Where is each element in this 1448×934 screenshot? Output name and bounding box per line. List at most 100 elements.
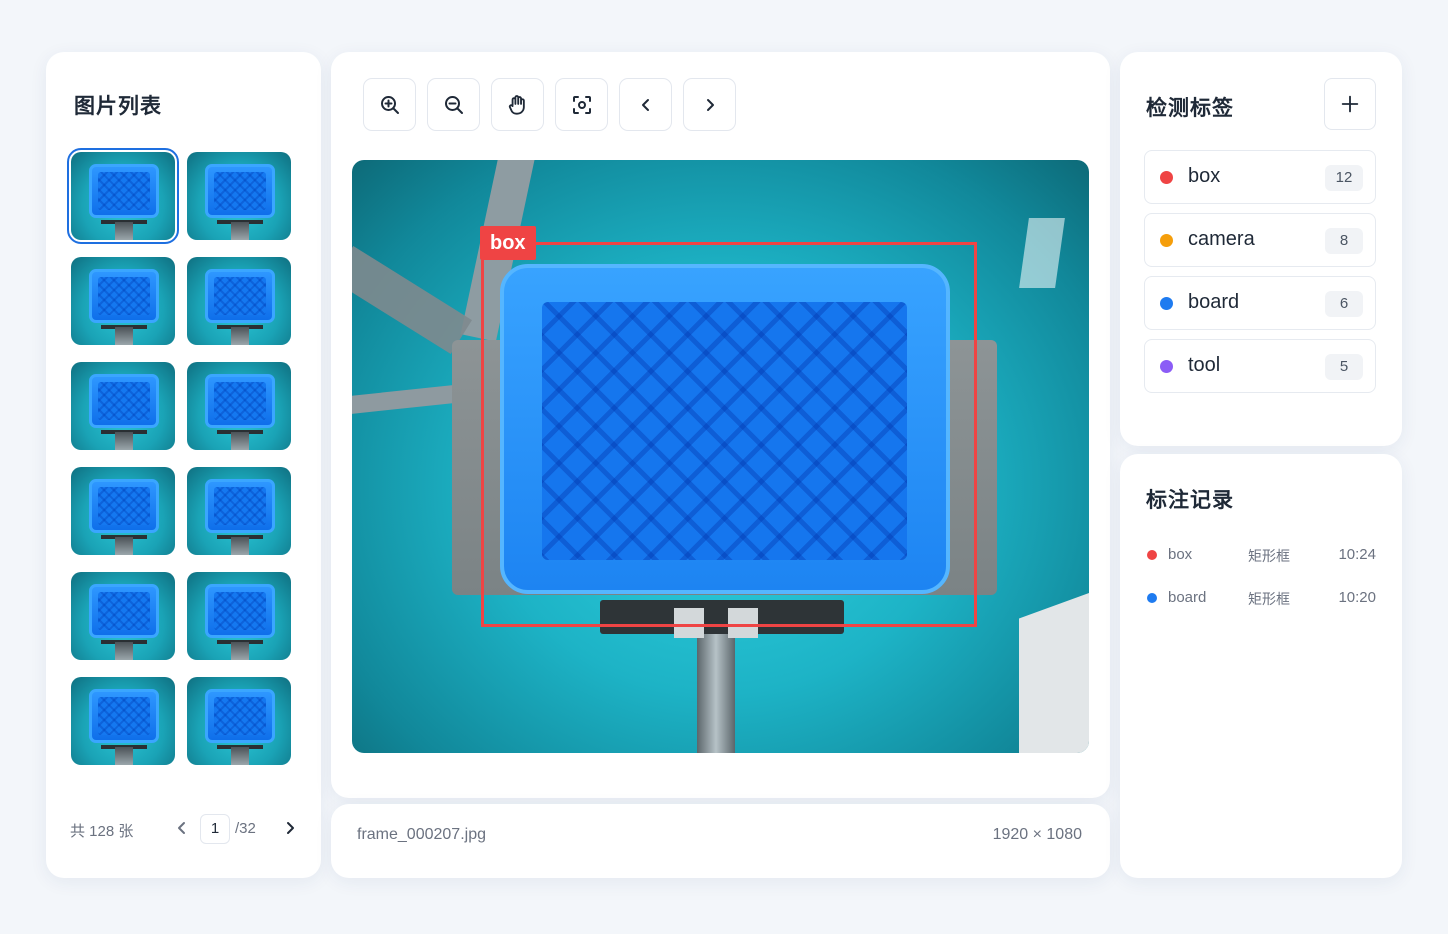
thumb-crate-interior [98, 592, 150, 630]
image-canvas[interactable]: box [352, 160, 1089, 753]
thumb-stand [115, 642, 133, 660]
total-count: 共 128 张 [70, 823, 134, 840]
thumb-crate-interior [214, 382, 266, 420]
record-time: 10:24 [1338, 546, 1376, 563]
prev-page-button[interactable] [170, 816, 194, 840]
label-name: box [1188, 165, 1221, 187]
next-page-button[interactable] [278, 816, 302, 840]
pan-button[interactable] [491, 78, 544, 131]
scene-beam [352, 245, 472, 355]
file-name: frame_000207.jpg [357, 826, 486, 843]
label-item-board[interactable]: board 6 [1144, 276, 1376, 330]
record-label: box [1168, 546, 1193, 563]
image-thumbnail[interactable] [187, 677, 291, 765]
label-count: 6 [1325, 291, 1363, 317]
record-row[interactable]: box 矩形框 10:24 [1146, 544, 1376, 566]
label-color-dot [1160, 234, 1173, 247]
image-thumbnail[interactable] [71, 257, 175, 345]
thumb-stand [231, 432, 249, 450]
image-thumbnail[interactable] [187, 467, 291, 555]
next-image-button[interactable] [683, 78, 736, 131]
thumb-crate-interior [98, 487, 150, 525]
labels-title: 检测标签 [1146, 96, 1234, 120]
add-label-button[interactable] [1324, 78, 1376, 130]
thumb-stand [231, 642, 249, 660]
thumb-stand [115, 432, 133, 450]
label-color-dot [1160, 360, 1173, 373]
image-thumbnail[interactable] [187, 572, 291, 660]
image-list-panel: 图片列表 共 128 张 1 /32 [46, 52, 321, 878]
image-thumbnail[interactable] [71, 467, 175, 555]
scene-stand [697, 630, 735, 753]
label-name: board [1188, 291, 1240, 313]
image-thumbnail[interactable] [187, 257, 291, 345]
thumb-stand [231, 747, 249, 765]
thumb-stand [115, 222, 133, 240]
detection-labels-panel: 检测标签 box 12 camera 8 board 6 tool 5 [1120, 52, 1402, 446]
record-time: 10:20 [1338, 589, 1376, 606]
bounding-box[interactable] [481, 242, 977, 627]
scene-light-reflection [1019, 218, 1065, 288]
zoom-in-icon [380, 95, 399, 114]
chevron-left-icon [178, 822, 185, 834]
thumb-crate-interior [214, 487, 266, 525]
record-row[interactable]: board 矩形框 10:20 [1146, 587, 1376, 609]
image-thumbnail[interactable] [67, 148, 179, 244]
hand-pan-icon [508, 94, 525, 115]
fit-screen-icon [572, 95, 591, 114]
zoom-out-button[interactable] [427, 78, 480, 131]
record-type: 矩形框 [1248, 549, 1290, 565]
label-item-tool[interactable]: tool 5 [1144, 339, 1376, 393]
label-item-camera[interactable]: camera 8 [1144, 213, 1376, 267]
thumb-stand [115, 327, 133, 345]
chevron-left-icon [641, 98, 649, 111]
label-color-dot [1160, 171, 1173, 184]
thumb-stand [115, 747, 133, 765]
label-color-dot [1160, 297, 1173, 310]
scene-cabinet [1019, 593, 1089, 753]
chevron-right-icon [706, 98, 714, 111]
thumb-crate-interior [214, 172, 266, 210]
plus-icon [1341, 95, 1359, 113]
record-label: board [1168, 589, 1207, 606]
record-color-dot [1147, 550, 1157, 560]
zoom-in-button[interactable] [363, 78, 416, 131]
thumb-stand [115, 537, 133, 555]
thumb-crate-interior [98, 697, 150, 735]
label-name: tool [1188, 354, 1221, 376]
label-count: 5 [1325, 354, 1363, 380]
thumb-stand [231, 537, 249, 555]
thumb-stand [231, 222, 249, 240]
thumb-crate-interior [98, 172, 150, 210]
bounding-box-label: box [480, 226, 536, 260]
label-item-box[interactable]: box 12 [1144, 150, 1376, 204]
thumb-stand [231, 327, 249, 345]
image-thumbnail[interactable] [71, 362, 175, 450]
records-title: 标注记录 [1146, 488, 1234, 512]
thumb-crate-interior [98, 277, 150, 315]
image-thumbnail[interactable] [187, 152, 291, 240]
total-pages: /32 [235, 820, 256, 837]
label-count: 12 [1325, 165, 1363, 191]
label-count: 8 [1325, 228, 1363, 254]
label-name: camera [1188, 228, 1255, 250]
image-thumbnail[interactable] [71, 677, 175, 765]
file-info-bar: frame_000207.jpg 1920 × 1080 [331, 804, 1110, 878]
thumb-crate-interior [214, 592, 266, 630]
record-type: 矩形框 [1248, 592, 1290, 608]
previous-image-button[interactable] [619, 78, 672, 131]
record-color-dot [1147, 593, 1157, 603]
page-number-input[interactable]: 1 [200, 814, 230, 844]
chevron-right-icon [287, 822, 294, 834]
pagination: 共 128 张 1 /32 [70, 814, 300, 844]
image-thumbnail[interactable] [71, 572, 175, 660]
image-list-title: 图片列表 [74, 94, 162, 118]
thumb-crate-interior [214, 277, 266, 315]
image-thumbnail[interactable] [187, 362, 291, 450]
thumb-crate-interior [98, 382, 150, 420]
fit-to-screen-button[interactable] [555, 78, 608, 131]
zoom-out-icon [444, 95, 463, 114]
image-dimensions: 1920 × 1080 [992, 826, 1082, 843]
thumb-crate-interior [214, 697, 266, 735]
image-viewer-panel: box [331, 52, 1110, 798]
